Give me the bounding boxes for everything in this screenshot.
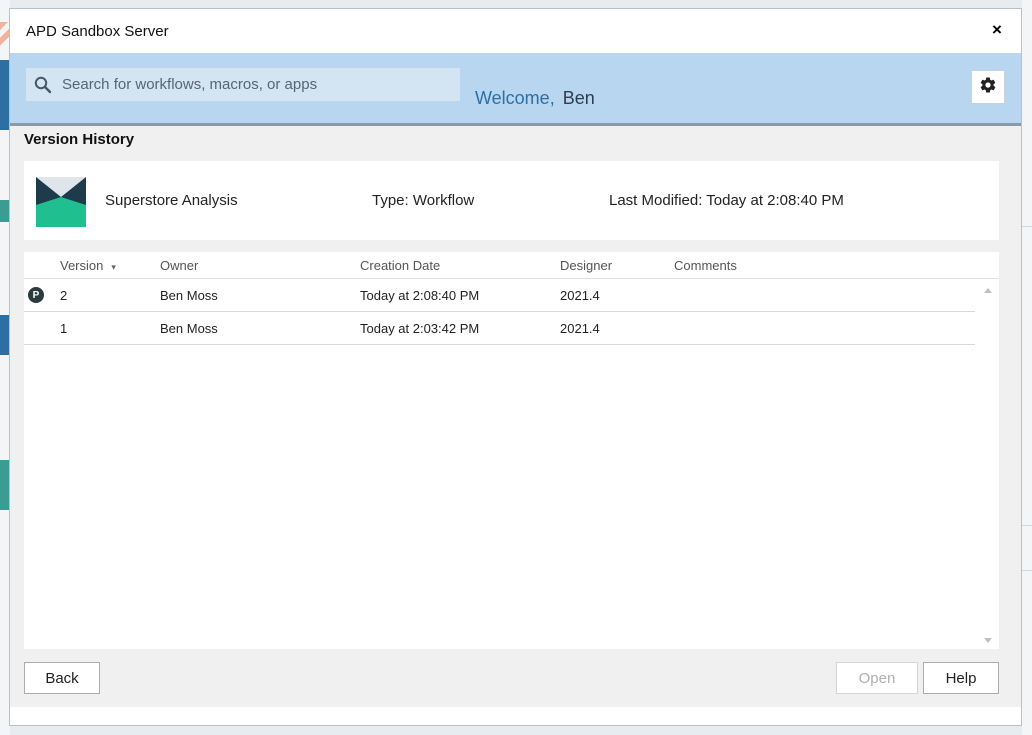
designer-cell: 2021.4 <box>560 288 600 303</box>
table-row[interactable]: 1 Ben Moss Today at 2:03:42 PM 2021.4 <box>24 312 975 345</box>
designer-cell: 2021.4 <box>560 321 600 336</box>
search-icon <box>26 68 60 101</box>
open-button[interactable]: Open <box>836 662 918 694</box>
column-header-designer[interactable]: Designer <box>560 258 612 273</box>
scroll-down-icon[interactable] <box>984 638 992 643</box>
column-label: Version <box>60 258 104 273</box>
close-button[interactable]: × <box>987 20 1007 40</box>
workflow-logo-icon <box>36 177 86 227</box>
close-icon: × <box>992 20 1002 39</box>
scroll-up-icon[interactable] <box>984 288 992 293</box>
background-divider <box>1022 525 1032 526</box>
table-header: Version ▾ Owner Creation Date Designer Co… <box>24 252 999 279</box>
title-bar: APD Sandbox Server × <box>10 9 1021 53</box>
vertical-scrollbar[interactable] <box>977 278 999 649</box>
welcome-label: Welcome, <box>475 88 555 108</box>
creation-date-cell: Today at 2:03:42 PM <box>360 321 480 336</box>
version-history-dialog: APD Sandbox Server × Welcome, Ben <box>9 8 1022 726</box>
version-cell: 2 <box>60 288 68 303</box>
creation-date-cell: Today at 2:08:40 PM <box>360 288 480 303</box>
window-title: APD Sandbox Server <box>26 22 169 40</box>
content-area: Version History Superstore Analysis Type… <box>10 126 1021 707</box>
back-button[interactable]: Back <box>24 662 100 694</box>
background-divider <box>1022 570 1032 571</box>
section-title: Version History <box>24 131 135 148</box>
user-name: Ben <box>562 88 595 108</box>
workflow-name: Superstore Analysis <box>105 192 238 209</box>
header-bar: Welcome, Ben <box>10 53 1021 126</box>
help-button[interactable]: Help <box>923 662 999 694</box>
published-badge-icon: P <box>28 287 44 303</box>
background-app-right-edge <box>1022 0 1032 735</box>
workflow-info-card: Superstore Analysis Type: Workflow Last … <box>24 161 999 240</box>
last-modified: Last Modified: Today at 2:08:40 PM <box>609 192 844 209</box>
settings-button[interactable] <box>971 70 1005 104</box>
column-header-version[interactable]: Version ▾ <box>60 258 116 273</box>
version-table: Version ▾ Owner Creation Date Designer Co… <box>24 252 999 649</box>
search-input[interactable] <box>60 75 460 94</box>
background-divider <box>1022 226 1032 227</box>
column-header-comments[interactable]: Comments <box>674 258 737 273</box>
column-header-owner[interactable]: Owner <box>160 258 198 273</box>
column-header-creation-date[interactable]: Creation Date <box>360 258 440 273</box>
sort-down-icon: ▾ <box>111 262 116 272</box>
version-cell: 1 <box>60 321 68 336</box>
search-box[interactable] <box>26 68 460 101</box>
owner-cell: Ben Moss <box>160 321 218 336</box>
welcome-message: Welcome, Ben <box>475 88 595 109</box>
owner-cell: Ben Moss <box>160 288 218 303</box>
gear-icon <box>979 76 997 99</box>
workflow-type: Type: Workflow <box>372 192 475 209</box>
table-row[interactable]: P 2 Ben Moss Today at 2:08:40 PM 2021.4 <box>24 279 975 312</box>
